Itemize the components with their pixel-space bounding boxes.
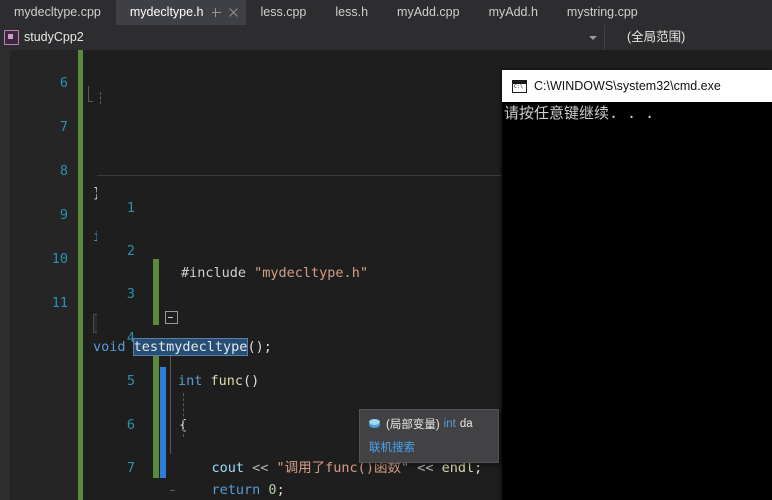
keyword-void: void xyxy=(93,339,134,355)
line-number: 5 xyxy=(126,373,135,390)
tooltip-signature-row: (局部变量) int da xyxy=(369,416,489,432)
project-selector[interactable]: studyCpp2 xyxy=(0,25,605,50)
tab-label: mydecltype.cpp xyxy=(14,5,101,19)
punctuation: (); xyxy=(247,339,272,355)
visual-studio-window: mydecltype.cpp mydecltype.h less.cpp les… xyxy=(0,0,772,500)
line-number: 10 xyxy=(51,251,68,267)
close-icon[interactable] xyxy=(227,6,240,19)
tab-label: less.h xyxy=(335,5,369,19)
cmd-console-window[interactable]: C:\WINDOWS\system32\cmd.exe 请按任意键继续. . . xyxy=(502,70,772,500)
cmd-title-bar[interactable]: C:\WINDOWS\system32\cmd.exe xyxy=(502,70,772,102)
fold-collapse-icon[interactable] xyxy=(165,311,178,325)
quick-info-tooltip: (局部变量) int da 联机搜索 xyxy=(359,409,499,463)
project-icon xyxy=(4,30,19,45)
tab-label: myAdd.cpp xyxy=(397,5,460,19)
tab-myadd-h[interactable]: myAdd.h xyxy=(474,0,553,25)
code-text: void testmydecltype(); xyxy=(93,336,272,358)
tab-label: mystring.cpp xyxy=(566,5,638,19)
tab-myadd-cpp[interactable]: myAdd.cpp xyxy=(383,0,475,25)
line-number: 3 xyxy=(126,286,135,303)
code-line: 8 } xyxy=(145,480,503,500)
navigation-bar: studyCpp2 (全局范围) xyxy=(0,25,772,51)
code-line: 2 #include "mydecltype.h" xyxy=(127,219,503,281)
tab-less-h[interactable]: less.h xyxy=(321,0,384,25)
line-number: 11 xyxy=(51,295,68,311)
editor-left-rail xyxy=(0,50,10,500)
code-line: 4 int func() xyxy=(127,306,503,389)
cmd-title-text: C:\WINDOWS\system32\cmd.exe xyxy=(534,79,721,93)
tab-label: mydecltype.h xyxy=(129,5,204,19)
tab-label: less.cpp xyxy=(260,5,307,19)
tooltip-kind: (局部变量) xyxy=(386,419,440,431)
tab-icon-group xyxy=(210,6,240,19)
tab-less-cpp[interactable]: less.cpp xyxy=(246,0,322,25)
console-output-line: 请按任意键继续. . . xyxy=(504,104,655,122)
identifier-cout: cout xyxy=(211,460,245,477)
pin-icon[interactable] xyxy=(210,6,223,19)
project-name: studyCpp2 xyxy=(24,30,84,44)
line-number: 9 xyxy=(59,207,68,223)
code-line: 3 xyxy=(127,263,503,302)
tab-mydecltype-h[interactable]: mydecltype.h xyxy=(115,0,247,25)
line-number: 7 xyxy=(59,119,68,135)
line-number: 6 xyxy=(126,416,135,433)
line-number: 6 xyxy=(59,75,68,91)
identifier-func: func xyxy=(210,373,244,390)
online-search-link[interactable]: 联机搜索 xyxy=(369,439,489,455)
tooltip-type: int xyxy=(443,418,456,430)
tab-mystring-cpp[interactable]: mystring.cpp xyxy=(552,0,653,25)
tooltip-name: da xyxy=(459,418,473,430)
editor-tab-strip: mydecltype.cpp mydecltype.h less.cpp les… xyxy=(0,0,772,25)
operator-shift: << xyxy=(244,460,277,477)
scope-label: (全局范围) xyxy=(627,30,686,44)
selected-identifier[interactable]: testmydecltype xyxy=(132,338,249,356)
line-number: 1 xyxy=(126,199,135,216)
cmd-console-output[interactable]: 请按任意键继续. . . xyxy=(502,102,772,500)
tab-label: myAdd.h xyxy=(488,5,538,19)
line-number: 8 xyxy=(59,163,68,179)
cmd-console-icon xyxy=(512,79,527,93)
code-line: 6 xyxy=(60,50,772,104)
scope-selector[interactable]: (全局范围) xyxy=(605,25,772,50)
line-number: 2 xyxy=(126,243,135,260)
field-icon xyxy=(369,418,380,430)
line-number: 7 xyxy=(126,460,135,477)
tab-mydecltype-cpp[interactable]: mydecltype.cpp xyxy=(0,0,116,25)
chevron-down-icon[interactable] xyxy=(589,36,597,40)
punctuation: () xyxy=(243,373,260,390)
code-line: 1 xyxy=(127,176,503,216)
